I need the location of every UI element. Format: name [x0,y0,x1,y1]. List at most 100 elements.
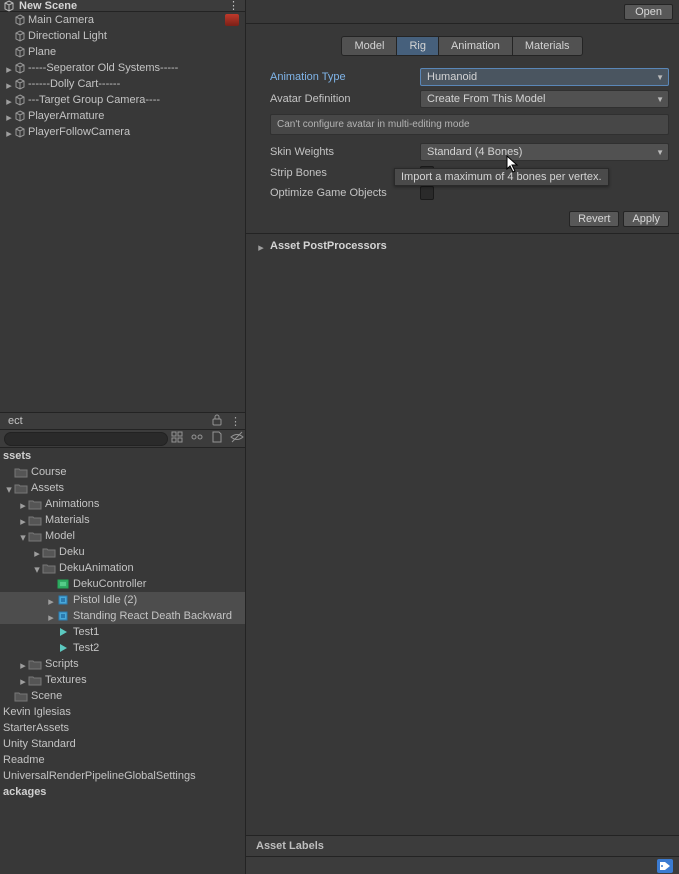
foldout-icon[interactable]: ▸ [18,499,28,509]
open-button[interactable]: Open [624,4,673,20]
animation-type-value: Humanoid [427,71,477,83]
optimize-label: Optimize Game Objects [270,187,420,199]
foldout-icon[interactable]: ▸ [46,595,56,605]
project-item[interactable]: ▸Scripts [0,656,245,672]
tab-model[interactable]: Model [341,36,397,56]
avatar-definition-dropdown[interactable]: Create From This Model ▼ [420,90,669,108]
hierarchy-item[interactable]: ▸ ------Dolly Cart------ [0,76,245,92]
project-item[interactable]: ▸Standing React Death Backward [0,608,245,624]
project-item[interactable]: Readme [0,752,245,768]
project-item[interactable]: ▸Deku [0,544,245,560]
asset-postprocessors-section[interactable]: ▸ Asset PostProcessors [246,234,679,258]
project-header: ect ⋮ [0,412,245,430]
hierarchy-item-label: ------Dolly Cart------ [28,78,120,90]
foldout-icon[interactable]: ▸ [4,79,14,89]
strip-bones-label: Strip Bones [270,167,420,179]
foldout-icon[interactable]: ▾ [18,531,28,541]
project-item[interactable]: Unity Standard [0,736,245,752]
project-item[interactable]: ▸Materials [0,512,245,528]
revert-button[interactable]: Revert [569,211,619,227]
gameobject-icon [14,14,26,26]
project-item[interactable]: ackages [0,784,245,800]
gameobject-icon [14,46,26,58]
foldout-icon[interactable]: ▸ [18,675,28,685]
hierarchy-item[interactable]: Main Camera [0,12,245,28]
hierarchy-menu-icon[interactable]: ⋮ [222,0,245,12]
project-item-label: Kevin Iglesias [3,706,71,718]
inspector-top-bar: Open [246,0,679,24]
project-item-label: Pistol Idle (2) [73,594,137,606]
animation-type-dropdown[interactable]: Humanoid ▼ [420,68,669,86]
search-input[interactable] [4,432,168,446]
hierarchy-item[interactable]: ▸-----Seperator Old Systems----- [0,60,245,76]
foldout-icon[interactable]: ▸ [4,63,14,73]
chevron-down-icon: ▼ [656,73,664,82]
foldout-icon[interactable]: ▾ [32,563,42,573]
project-item[interactable]: ▸ Pistol Idle (2) [0,592,245,608]
apply-button[interactable]: Apply [623,211,669,227]
hierarchy-item[interactable]: ▸---Target Group Camera---- [0,92,245,108]
foldout-icon[interactable]: ▾ [4,483,14,493]
gameobject-icon [14,126,26,138]
project-item-label: Model [45,530,75,542]
foldout-icon[interactable]: ▸ [18,515,28,525]
hierarchy-item[interactable]: Directional Light [0,28,245,44]
lock-icon[interactable] [210,413,224,430]
filter-by-label-icon[interactable] [190,430,204,447]
project-item[interactable]: Test2 [0,640,245,656]
project-item[interactable]: ▾DekuAnimation [0,560,245,576]
project-search-bar: 8 [0,430,245,448]
project-item[interactable]: ▾ Assets [0,480,245,496]
hierarchy-item[interactable]: Plane [0,44,245,60]
project-item[interactable]: Course [0,464,245,480]
gameobject-icon [14,62,26,74]
project-item[interactable]: UniversalRenderPipelineGlobalSettings [0,768,245,784]
animation-type-row: Animation Type Humanoid ▼ [246,66,679,88]
asset-postprocessors-label: Asset PostProcessors [270,240,387,252]
hierarchy-item[interactable]: ▸PlayerFollowCamera [0,124,245,140]
strip-bones-checkbox[interactable] [420,166,434,180]
save-search-icon[interactable] [210,430,224,447]
project-item-label: Course [31,466,66,478]
hierarchy-list: Main CameraDirectional LightPlane▸-----S… [0,12,245,140]
hierarchy-item-label: PlayerArmature [28,110,104,122]
folder-icon [28,658,42,670]
foldout-icon[interactable]: ▸ [4,127,14,137]
project-item[interactable]: ▸ Textures [0,672,245,688]
folder-icon [14,690,28,702]
project-item[interactable]: Test1 [0,624,245,640]
avatar-warning-box: Can't configure avatar in multi-editing … [270,114,669,135]
asset-labels-header: Asset Labels [246,835,679,856]
tab-materials[interactable]: Materials [512,36,583,56]
project-item[interactable]: Kevin Iglesias [0,704,245,720]
project-item[interactable]: Scene [0,688,245,704]
foldout-icon[interactable]: ▸ [4,111,14,121]
project-item[interactable]: StarterAssets [0,720,245,736]
asset-label-tag-icon[interactable] [657,859,673,873]
project-item-label: Animations [45,498,99,510]
foldout-icon[interactable]: ▸ [18,659,28,669]
folder-icon [28,530,42,542]
project-item[interactable]: ▸ Animations [0,496,245,512]
project-item[interactable]: ▾ Model [0,528,245,544]
filter-by-type-icon[interactable] [170,430,184,447]
chevron-down-icon: ▼ [656,95,664,104]
optimize-checkbox[interactable] [420,186,434,200]
project-item[interactable]: DekuController [0,576,245,592]
foldout-icon[interactable]: ▸ [32,547,42,557]
project-item-label: Test1 [73,626,99,638]
project-item-label: Assets [31,482,64,494]
project-tab-label[interactable]: ect [4,415,23,427]
avatar-definition-value: Create From This Model [427,93,545,105]
foldout-icon[interactable]: ▸ [4,95,14,105]
foldout-icon[interactable]: ▸ [46,611,56,621]
assets-root[interactable]: ssets [0,448,245,464]
scene-title-row[interactable]: New Scene [3,0,222,12]
hidden-icon[interactable] [230,430,244,447]
project-menu-icon[interactable]: ⋮ [230,415,241,428]
tab-rig[interactable]: Rig [396,36,439,56]
skin-weights-dropdown[interactable]: Standard (4 Bones) ▼ [420,143,669,161]
tab-animation[interactable]: Animation [438,36,513,56]
project-item-label: Textures [45,674,87,686]
hierarchy-item[interactable]: ▸ PlayerArmature [0,108,245,124]
